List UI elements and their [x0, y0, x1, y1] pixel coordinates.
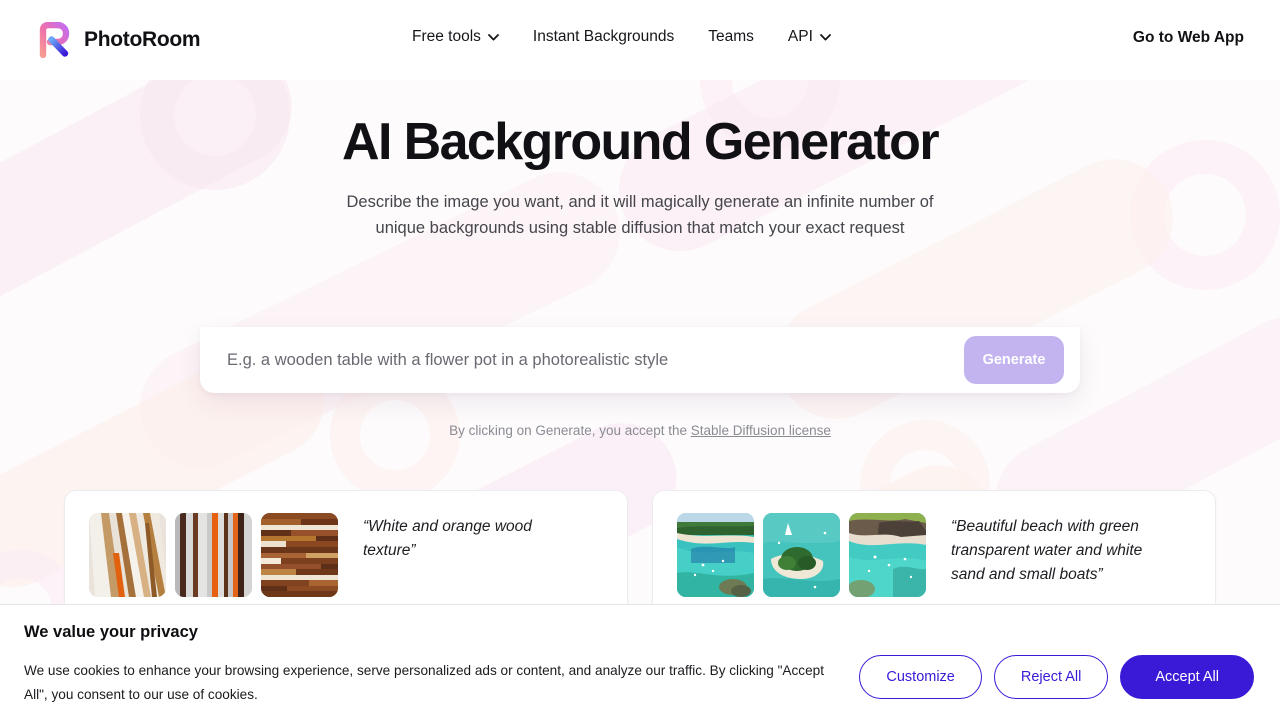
- nav-item-label: Instant Backgrounds: [532, 28, 675, 45]
- example-card[interactable]: “White and orange wood texture”: [64, 490, 628, 618]
- example-quote: “Beautiful beach with green transparent …: [951, 518, 1143, 583]
- photoroom-r-logo-icon: [36, 22, 72, 58]
- nav-item-label: Teams: [708, 28, 754, 45]
- nav-item-label: Free tools: [412, 28, 481, 45]
- wood-texture-thumb-3: [261, 513, 338, 597]
- wood-texture-thumb-2: [175, 513, 252, 597]
- page-title: AI Background Generator: [342, 113, 940, 171]
- nav-item-api[interactable]: API: [788, 28, 831, 46]
- accept-all-cookies-button[interactable]: Accept All: [1120, 655, 1254, 699]
- cookie-banner-title: We value your privacy: [24, 623, 198, 641]
- wood-texture-thumb-1: [89, 513, 166, 597]
- nav-item-instant-backgrounds[interactable]: Instant Backgrounds: [533, 28, 674, 46]
- license-disclaimer: By clicking on Generate, you accept the …: [0, 423, 1280, 438]
- cookie-banner-actions: Customize Reject All Accept All: [859, 655, 1254, 699]
- go-to-web-app-button[interactable]: Go to Web App: [1133, 29, 1244, 47]
- prompt-input[interactable]: [200, 350, 964, 370]
- customize-cookies-button[interactable]: Customize: [859, 655, 982, 699]
- nav-item-label: API: [787, 28, 813, 45]
- prompt-form: Generate: [200, 327, 1080, 393]
- hero-section: AI Background Generator Describe the ima…: [0, 80, 1280, 241]
- hero-subtitle: Describe the image you want, and it will…: [346, 192, 934, 237]
- license-disclaimer-text: By clicking on Generate, you accept the: [449, 423, 691, 438]
- chevron-down-icon: [819, 33, 831, 41]
- site-header: PhotoRoom Free tools Instant Backgrounds…: [0, 0, 1280, 80]
- generate-button[interactable]: Generate: [964, 336, 1064, 384]
- brand-name: PhotoRoom: [84, 28, 201, 51]
- example-thumbnails: [89, 513, 338, 597]
- reject-all-cookies-button[interactable]: Reject All: [993, 655, 1109, 699]
- brand-logo-link[interactable]: PhotoRoom: [36, 22, 201, 58]
- beach-thumb-3: [849, 513, 926, 597]
- primary-navigation: Free tools Instant Backgrounds Teams API: [412, 28, 831, 46]
- example-card[interactable]: “Beautiful beach with green transparent …: [652, 490, 1216, 618]
- cookie-banner-text: We use cookies to enhance your browsing …: [24, 663, 824, 702]
- prompt-card: Generate: [200, 327, 1080, 393]
- nav-item-free-tools[interactable]: Free tools: [412, 28, 499, 46]
- beach-thumb-1: [677, 513, 754, 597]
- example-prompts-list: “White and orange wood texture” “Beautif…: [64, 490, 1216, 618]
- chevron-down-icon: [488, 33, 499, 41]
- beach-thumb-2: [763, 513, 840, 597]
- nav-item-teams[interactable]: Teams: [708, 28, 754, 46]
- stable-diffusion-license-link[interactable]: Stable Diffusion license: [691, 423, 831, 438]
- example-thumbnails: [677, 513, 926, 597]
- example-quote: “White and orange wood texture”: [363, 518, 532, 559]
